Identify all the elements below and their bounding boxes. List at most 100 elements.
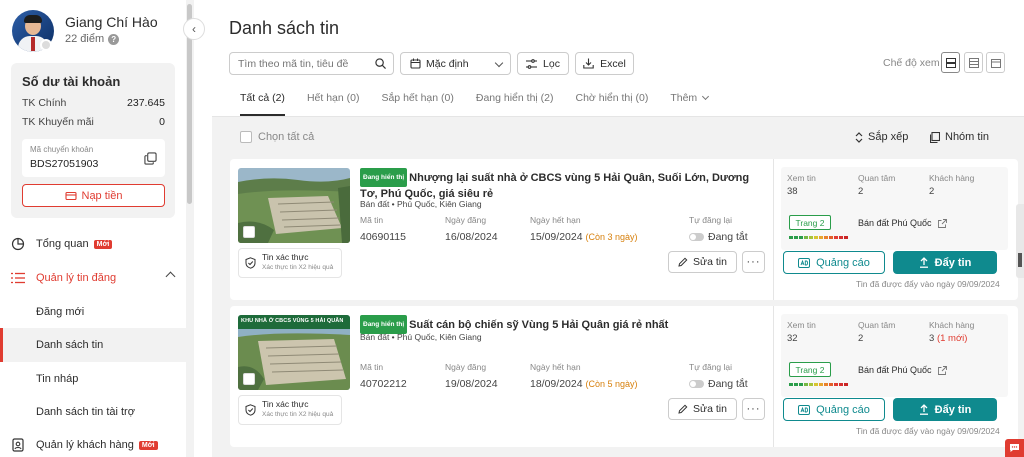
- customers-count: 2: [929, 186, 934, 197]
- transfer-code-label: Mã chuyển khoản: [30, 145, 94, 154]
- listing-thumbnail[interactable]: [238, 168, 350, 243]
- auto-repost: Đang tắt: [689, 378, 748, 390]
- customers-count: 3 (1 mới): [929, 333, 967, 344]
- posted-date: 19/08/2024: [445, 378, 498, 390]
- rank-location[interactable]: Bán đất Phú Quốc: [858, 365, 947, 375]
- listing-title[interactable]: Đang hiển thị Nhượng lại suất nhà ở CBCS …: [360, 168, 750, 202]
- ad-icon: [798, 404, 811, 415]
- tab-expired[interactable]: Hết hạn (0): [296, 88, 371, 116]
- chevron-up-icon: [165, 271, 176, 282]
- select-all-label: Chọn tất cả: [258, 131, 315, 143]
- listing-stats: Xem tin 32 Quan tâm 2 Khách hàng 3 (1 mớ…: [781, 314, 1008, 397]
- promo-account-value: 0: [159, 116, 165, 128]
- tab-all[interactable]: Tất cả (2): [229, 88, 296, 116]
- search-icon[interactable]: [375, 58, 386, 69]
- auto-repost-toggle[interactable]: [689, 380, 704, 388]
- edit-listing-button[interactable]: Sửa tin: [668, 251, 737, 273]
- more-options-button[interactable]: ···: [742, 251, 765, 273]
- sort-label: Sắp xếp: [868, 131, 909, 143]
- nav-overview[interactable]: Tổng quan Mới: [0, 227, 186, 261]
- search-input[interactable]: [229, 52, 394, 75]
- push-listing-button[interactable]: Đẩy tin: [893, 398, 997, 421]
- rank-location[interactable]: Bán đất Phú Quốc: [858, 218, 947, 228]
- listing-checkbox[interactable]: [243, 373, 255, 385]
- transfer-code-box: Mã chuyển khoản BDS27051903: [22, 139, 165, 177]
- views-count: 38: [787, 186, 798, 197]
- nav-new-post[interactable]: Đăng mới: [0, 295, 186, 329]
- sort-icon: [855, 131, 863, 143]
- group-button[interactable]: Nhóm tin: [930, 131, 989, 143]
- list-view-icon: [968, 57, 979, 68]
- sort-button[interactable]: Sắp xếp: [855, 131, 908, 143]
- auto-repost-state: Đang tắt: [708, 231, 748, 243]
- filter-button[interactable]: Lọc: [517, 52, 569, 75]
- user-name[interactable]: Giang Chí Hào: [65, 14, 158, 30]
- auto-repost-state: Đang tắt: [708, 378, 748, 390]
- view-calendar-button[interactable]: [986, 52, 1005, 73]
- expiry-date-value: 18/09/2024: [530, 378, 583, 390]
- more-options-button[interactable]: ···: [742, 398, 765, 420]
- expiry-date: 15/09/2024 (Còn 3 ngày): [530, 231, 638, 243]
- excel-button[interactable]: Excel: [575, 52, 634, 75]
- verified-title: Tin xác thực: [262, 252, 309, 262]
- view-mode-label: Chế độ xem: [883, 57, 940, 69]
- nav-manage-listings[interactable]: Quản lý tin đăng: [0, 261, 186, 295]
- verified-badge[interactable]: Tin xác thực Xác thực tin X2 hiệu quả: [238, 248, 342, 278]
- nav-listings[interactable]: Danh sách tin: [0, 328, 186, 362]
- expiry-date-label: Ngày hết hạn: [530, 362, 581, 372]
- ads-label: Quảng cáo: [816, 403, 870, 416]
- customers-label: Khách hàng: [929, 320, 975, 330]
- listing-card: Tin xác thực Xác thực tin X2 hiệu quả Đa…: [230, 159, 1018, 300]
- chat-button[interactable]: [1005, 439, 1024, 457]
- edit-listing-button[interactable]: Sửa tin: [668, 398, 737, 420]
- shield-check-icon: [245, 257, 256, 269]
- page-title: Danh sách tin: [229, 18, 340, 38]
- tab-showing[interactable]: Đang hiển thị (2): [465, 88, 565, 116]
- nav-customers[interactable]: Quản lý khách hàng Mới: [0, 428, 186, 457]
- collapse-sidebar-button[interactable]: ‹: [183, 18, 205, 40]
- filter-label: Lọc: [543, 57, 560, 70]
- ads-button[interactable]: Quảng cáo: [783, 398, 885, 421]
- nav-sponsored[interactable]: Danh sách tin tài trợ: [0, 395, 186, 429]
- copy-icon[interactable]: [144, 152, 157, 165]
- listing-id: 40702212: [360, 378, 407, 390]
- push-listing-button[interactable]: Đẩy tin: [893, 251, 997, 274]
- tab-expiring[interactable]: Sắp hết hạn (0): [370, 88, 464, 116]
- select-all-checkbox[interactable]: [240, 131, 252, 143]
- chevron-left-icon: ‹: [192, 22, 196, 36]
- views-label: Xem tin: [787, 320, 816, 330]
- sort-select[interactable]: Mặc định: [400, 52, 511, 75]
- topup-button[interactable]: Nạp tiền: [22, 184, 165, 207]
- main-account-value: 237.645: [127, 97, 165, 109]
- verified-badge[interactable]: Tin xác thực Xác thực tin X2 hiệu quả: [238, 395, 342, 425]
- drawer-handle-icon: [1018, 253, 1022, 267]
- thumbnail-caption: KHU NHÀ Ở CBCS VÙNG 5 HẢI QUÂN: [241, 318, 344, 324]
- balance-panel: Số dư tài khoản TK Chính 237.645 TK Khuy…: [11, 63, 175, 218]
- views-count: 32: [787, 333, 798, 344]
- listing-thumbnail[interactable]: KHU NHÀ Ở CBCS VÙNG 5 HẢI QUÂN: [238, 315, 350, 390]
- select-all[interactable]: Chọn tất cả: [240, 131, 314, 143]
- new-badge: Mới: [93, 239, 113, 249]
- remaining-days: (Còn 3 ngày): [585, 232, 638, 242]
- tab-pending[interactable]: Chờ hiển thị (0): [565, 88, 660, 116]
- pushed-note: Tin đã được đẩy vào ngày 09/09/2024: [856, 426, 1000, 436]
- chevron-down-icon: [494, 58, 504, 68]
- view-list-button[interactable]: [964, 52, 983, 73]
- view-card-button[interactable]: [941, 52, 960, 73]
- help-icon[interactable]: ?: [108, 33, 120, 45]
- listing-checkbox[interactable]: [243, 226, 255, 238]
- nav-drafts[interactable]: Tin nháp: [0, 362, 186, 396]
- calendar-view-icon: [990, 58, 1001, 68]
- verified-subtitle: Xác thực tin X2 hiệu quả: [262, 264, 334, 271]
- shield-check-icon: [245, 404, 256, 416]
- verified-subtitle: Xác thực tin X2 hiệu quả: [262, 411, 334, 418]
- promo-account-row: TK Khuyến mãi 0: [22, 116, 165, 128]
- ads-button[interactable]: Quảng cáo: [783, 251, 885, 274]
- main-account-row: TK Chính 237.645: [22, 97, 165, 109]
- ad-icon: [798, 257, 811, 268]
- auto-repost-toggle[interactable]: [689, 233, 704, 241]
- balance-title: Số dư tài khoản: [22, 74, 121, 89]
- tab-more[interactable]: Thêm: [659, 88, 719, 116]
- nav-overview-label: Tổng quan: [36, 238, 89, 250]
- group-icon: [930, 131, 940, 143]
